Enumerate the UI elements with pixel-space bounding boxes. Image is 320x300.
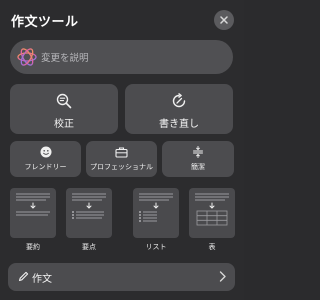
header: 作文ツール <box>11 10 236 30</box>
professional-label: プロフェッショナル <box>90 163 153 171</box>
list-icon <box>139 193 173 222</box>
professional-button[interactable]: プロフェッショナル <box>86 141 157 177</box>
smiley-icon <box>40 146 51 158</box>
summary-thumbnail <box>10 188 56 238</box>
compose-button[interactable]: 作文 <box>8 263 235 291</box>
summary-icon <box>16 193 50 216</box>
key-points-button[interactable]: 要点 <box>66 188 112 252</box>
chevron-right-icon <box>219 271 226 282</box>
close-button[interactable] <box>214 10 234 30</box>
concise-button[interactable]: 簡潔 <box>162 141 234 177</box>
proofread-label: 校正 <box>54 119 74 130</box>
list-thumbnail <box>133 188 179 238</box>
describe-placeholder: 変更を説明 <box>41 53 89 64</box>
compose-label: 作文 <box>32 274 52 285</box>
close-icon <box>220 16 228 24</box>
table-icon <box>195 193 229 226</box>
concise-icon <box>193 146 203 158</box>
proofread-icon <box>56 93 72 109</box>
apple-intelligence-icon <box>17 48 37 66</box>
summary-button[interactable]: 要約 <box>10 188 56 252</box>
rewrite-button[interactable]: 書き直し <box>125 84 233 134</box>
pencil-icon <box>18 271 29 282</box>
proofread-button[interactable]: 校正 <box>10 84 118 134</box>
key-points-thumbnail <box>66 188 112 238</box>
describe-change-input[interactable]: 変更を説明 <box>10 40 233 74</box>
briefcase-icon <box>115 147 128 158</box>
writing-tools-panel: 作文ツール 変更を説明 校正 書き直し フレンドリー プロフェッショナル 簡潔 … <box>0 0 244 300</box>
concise-label: 簡潔 <box>191 163 205 171</box>
key-points-label: 要点 <box>82 243 96 251</box>
table-thumbnail <box>189 188 235 238</box>
panel-title: 作文ツール <box>11 15 79 30</box>
rewrite-icon <box>172 93 186 108</box>
key-points-icon <box>72 193 106 219</box>
list-button[interactable]: リスト <box>133 188 179 252</box>
friendly-label: フレンドリー <box>24 163 67 171</box>
table-button[interactable]: 表 <box>189 188 235 252</box>
rewrite-label: 書き直し <box>159 119 199 130</box>
summary-label: 要約 <box>26 243 40 251</box>
friendly-button[interactable]: フレンドリー <box>10 141 81 177</box>
list-label: リスト <box>145 243 167 251</box>
table-label: 表 <box>208 243 216 251</box>
